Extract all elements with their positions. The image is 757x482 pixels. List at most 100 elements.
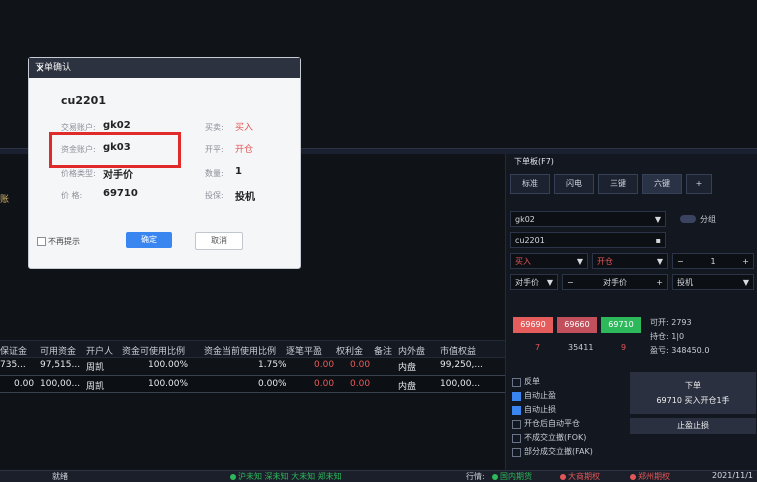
add-tab-button[interactable]: + (686, 174, 712, 194)
cell: 0.00 (314, 379, 335, 389)
cell: 97,515... (40, 360, 81, 370)
offset-select[interactable]: 开仓 ▼ (592, 253, 668, 269)
col-margin[interactable]: 保证金 (0, 344, 27, 357)
fak-checkbox[interactable] (512, 448, 521, 457)
cell: 0.00 (350, 379, 371, 389)
contract-input[interactable]: cu2201 ▪ (510, 232, 666, 248)
col-premium[interactable]: 权利金 (336, 344, 363, 357)
auto-tp-label: 自动止盈 (524, 391, 556, 400)
tab-standard[interactable]: 标准 (510, 174, 550, 194)
tab-six-key[interactable]: 六键 (642, 174, 682, 194)
cancel-button[interactable]: 取消 (195, 232, 243, 250)
cell: 内盘 (398, 382, 417, 392)
price-mode-select[interactable]: 对手价 ▼ (510, 274, 558, 290)
col-current-ratio[interactable]: 资金当前使用比例 (204, 344, 276, 357)
status-date: 2021/11/1 (712, 471, 754, 480)
status-ready: 就绪 (52, 472, 68, 481)
price-value: 69710 (103, 188, 138, 199)
hedge-label: 投保: (205, 191, 224, 200)
side-label: 账 (0, 195, 10, 205)
bid-volume: 7 (535, 343, 541, 352)
chevron-down-icon: ▼ (654, 215, 661, 224)
dialog-titlebar[interactable]: 下单确认 × (29, 58, 300, 78)
chevron-down-icon: ▼ (656, 257, 663, 266)
col-owner[interactable]: 开户人 (86, 344, 113, 357)
place-order-label: 下单 (685, 381, 701, 390)
plus-icon[interactable]: + (656, 275, 663, 291)
openclose-value: 开仓 (235, 145, 254, 155)
auto-close-checkbox[interactable] (512, 420, 521, 429)
exchange-status-text: 沪未知 深未知 大未知 郑未知 (238, 472, 342, 481)
status-bar: 就绪 沪未知 深未知 大未知 郑未知 行情: 国内期货 大商期权 郑州期权 20… (0, 470, 757, 482)
quote-ask[interactable]: 69710 (601, 317, 641, 333)
status-dot-icon (630, 473, 636, 480)
split-toggle[interactable] (680, 215, 696, 223)
market-domestic: 国内期货 (492, 471, 532, 482)
cell: 1.75% (258, 360, 287, 370)
chevron-down-icon: ▼ (742, 278, 749, 287)
offset-value: 开仓 (597, 257, 613, 266)
exchange-status: 沪未知 深未知 大未知 郑未知 (230, 471, 342, 482)
no-remind-checkbox[interactable] (37, 237, 46, 246)
market-zhengzhou: 郑州期权 (630, 471, 670, 482)
minus-icon[interactable]: − (677, 254, 684, 270)
hedge-value: 投机 (235, 192, 255, 203)
auto-tp-checkbox[interactable] (512, 392, 521, 401)
market-zhengzhou-text: 郑州期权 (638, 472, 670, 481)
market-dalian-text: 大商期权 (568, 472, 600, 481)
price-mode-value: 对手价 (515, 278, 539, 287)
tab-flash[interactable]: 闪电 (554, 174, 594, 194)
auto-sl-checkbox[interactable] (512, 406, 521, 415)
pnl-info: 盈亏: 348450.0 (650, 346, 710, 355)
price-label: 价 格: (61, 191, 83, 200)
fok-checkbox[interactable] (512, 434, 521, 443)
hedge-value: 投机 (677, 278, 693, 287)
split-label: 分组 (700, 215, 716, 224)
cell: 内盘 (398, 363, 417, 373)
col-pnl[interactable]: 逐笔平盈 (286, 344, 322, 357)
tab-three-key[interactable]: 三键 (598, 174, 638, 194)
account-value: gk02 (103, 120, 131, 131)
col-remark[interactable]: 备注 (374, 344, 392, 357)
hedge-select[interactable]: 投机 ▼ (672, 274, 754, 290)
col-fund-ratio[interactable]: 资金可使用比例 (122, 344, 185, 357)
col-equity[interactable]: 市值权益 (440, 344, 476, 357)
fak-label: 部分成交立撤(FAK) (524, 447, 593, 456)
table-row[interactable]: 735... 97,515... 周凯 100.00% 1.75% 0.00 0… (0, 357, 505, 373)
price-stepper[interactable]: − 对手价 + (562, 274, 668, 290)
stop-order-button[interactable]: 止盈止损 (630, 418, 756, 434)
reverse-checkbox[interactable] (512, 378, 521, 387)
ok-button[interactable]: 确定 (126, 232, 172, 248)
product-code: cu2201 (61, 94, 106, 107)
fok-label: 不成交立撤(FOK) (524, 433, 587, 442)
quote-last[interactable]: 69660 (557, 317, 597, 333)
col-market[interactable]: 内外盘 (398, 344, 425, 357)
qty-stepper[interactable]: − 1 + (672, 253, 754, 269)
quote-bid[interactable]: 69690 (513, 317, 553, 333)
buysell-label: 买卖: (205, 123, 224, 132)
auto-close-label: 开仓后自动平仓 (524, 419, 580, 428)
contract-value: cu2201 (515, 236, 545, 245)
table-header: 保证金 可用资金 开户人 资金可使用比例 资金当前使用比例 逐笔平盈 权利金 备… (0, 340, 505, 358)
place-order-button[interactable]: 下单 69710 买入开仓1手 (630, 372, 756, 414)
close-icon[interactable]: × (35, 58, 294, 78)
qty-label: 数量: (205, 169, 224, 178)
col-available[interactable]: 可用资金 (40, 344, 76, 357)
status-dot-icon (492, 473, 498, 480)
cell: 周凯 (86, 382, 105, 392)
chevron-down-icon: ▼ (546, 278, 553, 287)
direction-select[interactable]: 买入 ▼ (510, 253, 588, 269)
chevron-down-icon: ▼ (576, 257, 583, 266)
auto-sl-label: 自动止损 (524, 405, 556, 414)
account-select[interactable]: gk02 ▼ (510, 211, 666, 227)
plus-icon[interactable]: + (742, 254, 749, 270)
minus-icon[interactable]: − (567, 275, 574, 291)
status-dot-icon (230, 473, 236, 480)
cell: 100.00% (148, 360, 189, 370)
openclose-label: 开平: (205, 145, 224, 154)
table-row[interactable]: 0.00 100,00... 周凯 100.00% 0.00% 0.00 0.0… (0, 375, 505, 393)
open-available: 可开: 2793 (650, 318, 692, 327)
cell: 735... (0, 360, 26, 370)
cell: 0.00 (350, 360, 371, 370)
reverse-label: 反单 (524, 377, 540, 386)
